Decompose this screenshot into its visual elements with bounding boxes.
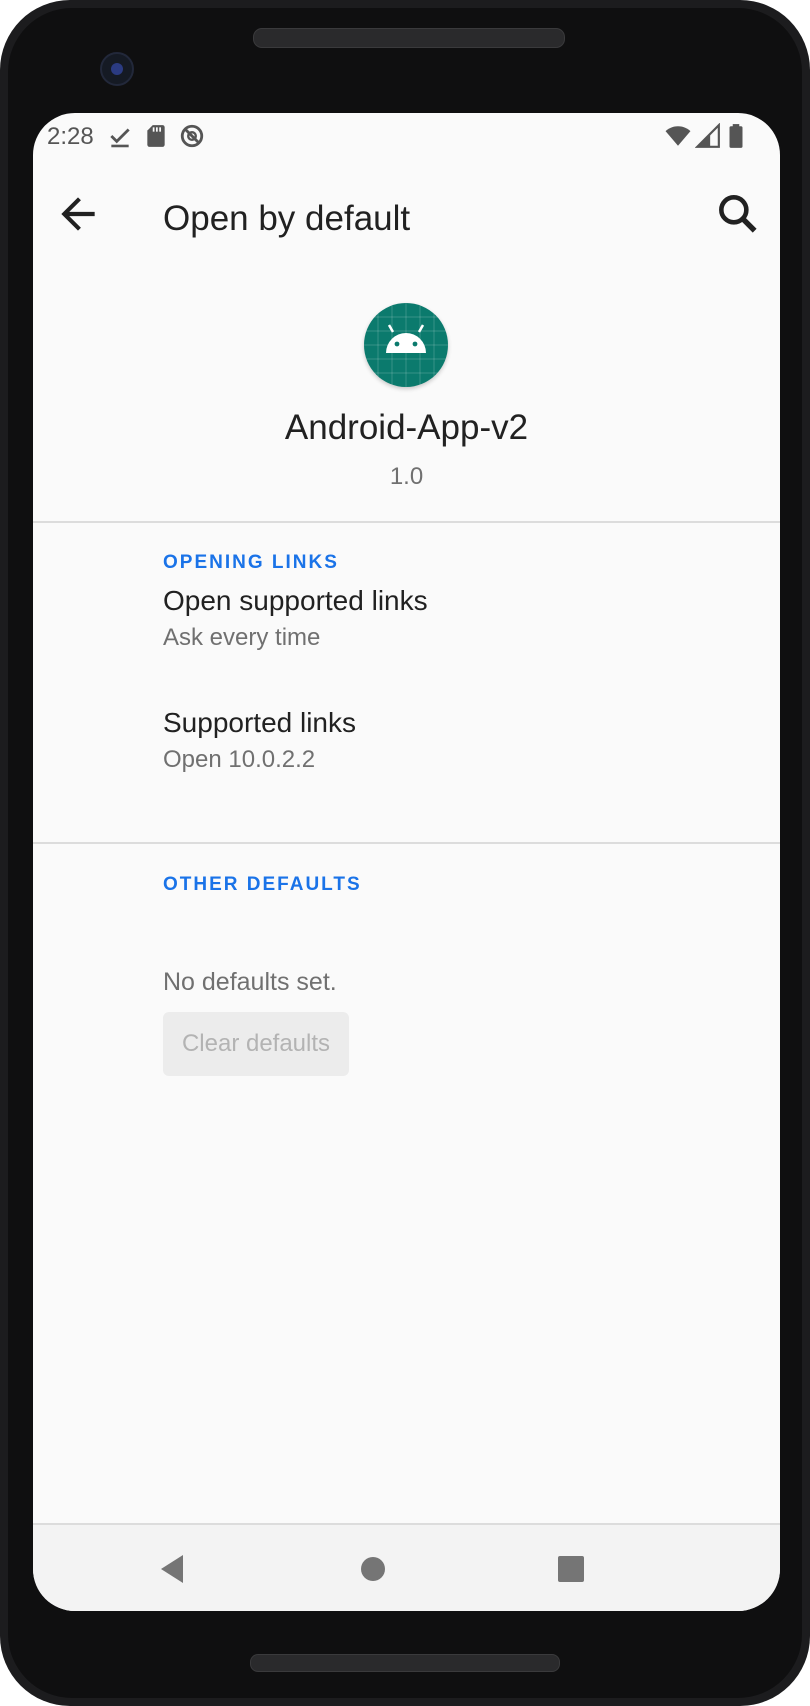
pref-open-supported-links[interactable]: Open supported links Ask every time (33, 571, 780, 677)
status-bar: 2:28 (33, 113, 780, 159)
pref-summary: Open 10.0.2.2 (163, 746, 316, 773)
earpiece-speaker (253, 28, 565, 48)
app-name: Android-App-v2 (284, 408, 529, 447)
app-toolbar: Open by default (33, 159, 780, 271)
app-version: 1.0 (389, 463, 424, 490)
screen: 2:28 Open by default Android-App-v2 1.0 … (33, 113, 780, 1611)
wifi-icon (665, 126, 691, 146)
home-circle-icon (361, 1557, 385, 1581)
cell-signal-icon (695, 123, 720, 148)
clear-defaults-button[interactable]: Clear defaults (163, 1012, 349, 1076)
back-triangle-icon (161, 1555, 183, 1583)
back-button[interactable] (53, 189, 103, 239)
section-header-opening-links: OPENING LINKS (163, 552, 339, 573)
recents-square-icon (558, 1556, 584, 1582)
front-camera (100, 52, 134, 86)
section-header-other-defaults: OTHER DEFAULTS (163, 874, 362, 895)
do-not-disturb-icon (180, 124, 204, 148)
pref-title: Open supported links (163, 585, 428, 616)
nav-recents-button[interactable] (541, 1539, 601, 1599)
status-time: 2:28 (47, 123, 94, 150)
sd-card-icon (147, 125, 165, 147)
phone-frame: 2:28 Open by default Android-App-v2 1.0 … (0, 0, 810, 1706)
pref-summary: Ask every time (163, 624, 321, 651)
no-defaults-text: No defaults set. (163, 968, 337, 996)
bottom-speaker (250, 1654, 560, 1672)
search-icon (719, 195, 757, 233)
page-title: Open by default (163, 199, 411, 238)
nav-back-button[interactable] (143, 1539, 203, 1599)
nav-home-button[interactable] (343, 1539, 403, 1599)
pref-title: Supported links (163, 707, 357, 738)
download-done-icon (110, 128, 130, 148)
arrow-back-icon (61, 197, 95, 231)
search-button[interactable] (713, 189, 763, 239)
android-app-icon (364, 303, 448, 387)
battery-icon (729, 124, 743, 148)
pref-supported-links[interactable]: Supported links Open 10.0.2.2 (33, 693, 780, 799)
navigation-bar (33, 1523, 780, 1611)
